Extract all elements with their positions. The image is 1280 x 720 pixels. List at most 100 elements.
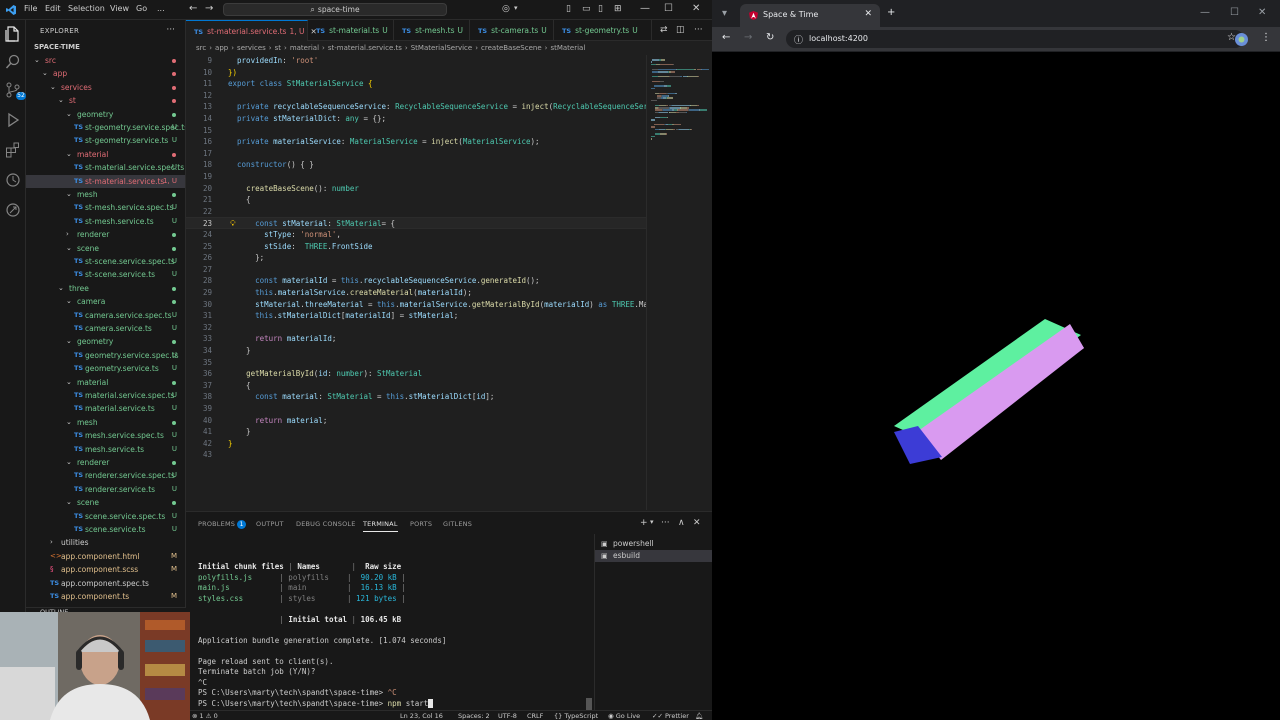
code-line[interactable]: 26 }; <box>186 252 646 264</box>
chevron-down-icon[interactable]: ⌄ <box>66 188 72 201</box>
file-item[interactable]: TS st-geometry.service.ts U <box>26 134 185 147</box>
toggle-secondary-sidebar-icon[interactable]: ▯ <box>598 4 603 14</box>
search-icon[interactable] <box>5 54 21 70</box>
code-line[interactable]: 31 this.stMaterialDict[materialId] = stM… <box>186 310 646 322</box>
code-line[interactable]: 22 <box>186 206 646 218</box>
file-item[interactable]: § app.component.scss M <box>26 563 185 576</box>
menu-more[interactable]: ... <box>157 4 165 13</box>
chevron-down-icon[interactable]: ⌄ <box>58 282 64 295</box>
tab-debug-console[interactable]: DEBUG CONSOLE <box>296 520 356 528</box>
file-item[interactable]: TS st-material.service.ts 1, U <box>26 174 185 188</box>
chevron-down-icon[interactable]: ⌄ <box>66 456 72 469</box>
go-live-button[interactable]: ◉ Go Live <box>608 712 640 720</box>
folder-item[interactable]: ⌄ app <box>26 67 185 80</box>
breadcrumb-item[interactable]: material <box>290 44 319 52</box>
minimize-icon[interactable]: — <box>640 3 650 14</box>
tab-problems[interactable]: PROBLEMS 1 <box>198 520 247 529</box>
breadcrumb-item[interactable]: services <box>237 44 266 52</box>
folder-item[interactable]: ⌄ mesh <box>26 188 185 201</box>
code-line[interactable]: 43 <box>186 449 646 461</box>
explorer-icon[interactable] <box>5 26 21 42</box>
code-line[interactable]: 16 private materialService: MaterialServ… <box>186 136 646 148</box>
menu-selection[interactable]: Selection <box>68 4 105 13</box>
notifications-icon[interactable]: 🔔︎ <box>695 712 703 720</box>
code-line[interactable]: 42} <box>186 438 646 450</box>
back-icon[interactable]: ← <box>722 32 730 43</box>
tab-search-icon[interactable]: ▾ <box>722 8 727 19</box>
folder-item[interactable]: ⌄ material <box>26 376 185 389</box>
more-actions-icon[interactable]: ··· <box>166 25 175 35</box>
folder-item[interactable]: ⌄ camera <box>26 295 185 308</box>
maximize-icon[interactable]: ☐ <box>664 3 673 14</box>
folder-item[interactable]: › renderer <box>26 228 185 241</box>
file-item[interactable]: TS app.component.ts M <box>26 590 185 603</box>
command-center-search[interactable]: ⌕ space-time <box>223 3 447 16</box>
back-arrow-icon[interactable]: ← <box>189 3 197 14</box>
tab-terminal[interactable]: TERMINAL <box>363 520 398 532</box>
menu-go[interactable]: Go <box>136 4 147 13</box>
maximize-icon[interactable]: ☐ <box>1230 7 1239 18</box>
code-line[interactable]: 10}) <box>186 67 646 79</box>
tab-st-geometry[interactable]: TS st-geometry.ts U <box>554 20 652 41</box>
chevron-down-icon[interactable]: ⌄ <box>50 81 56 94</box>
code-line[interactable]: 14 private stMaterialDict: any = {}; <box>186 113 646 125</box>
terminal-esbuild[interactable]: ▣ esbuild <box>595 550 712 562</box>
source-control-icon[interactable]: 52 <box>5 82 26 100</box>
code-line[interactable]: 11 export class StMaterialService { <box>186 78 646 90</box>
language-mode[interactable]: {} TypeScript <box>554 712 598 720</box>
chevron-down-icon[interactable]: ⌄ <box>66 416 72 429</box>
file-item[interactable]: TS renderer.service.ts U <box>26 483 185 496</box>
code-line[interactable]: 33 return materialId; <box>186 333 646 345</box>
tab-gitlens[interactable]: GITLENS <box>443 520 472 528</box>
tab-st-mesh[interactable]: TS st-mesh.ts U <box>394 20 470 41</box>
toggle-panel-icon[interactable]: ▭ <box>582 4 591 14</box>
chevron-down-icon[interactable]: ⌄ <box>66 496 72 509</box>
code-line[interactable]: 28 const materialId = this.recyclableSeq… <box>186 275 646 287</box>
folder-item[interactable]: ⌄ services <box>26 81 185 94</box>
end-of-line[interactable]: CRLF <box>527 712 543 720</box>
code-line[interactable]: 38 const material: StMaterial = this.stM… <box>186 391 646 403</box>
breadcrumb-item[interactable]: createBaseScene <box>481 44 542 52</box>
remote-explorer-icon[interactable] <box>5 202 21 218</box>
tab-st-material-service[interactable]: TS st-material.service.ts 1, U ✕ <box>186 20 317 41</box>
chevron-down-icon[interactable]: ⌄ <box>66 335 72 348</box>
browser-tab-space-time[interactable]: Space & Time ✕ <box>740 4 880 27</box>
code-line[interactable]: 23 💡︎ const stMaterial: StMaterial= { <box>186 217 646 229</box>
code-line[interactable]: 37 { <box>186 380 646 392</box>
folder-item[interactable]: ⌄ renderer <box>26 456 185 469</box>
tab-st-camera[interactable]: TS st-camera.ts U <box>470 20 554 41</box>
code-line[interactable]: 20 createBaseScene(): number <box>186 183 646 195</box>
folder-item[interactable]: ⌄ material <box>26 148 185 161</box>
file-item[interactable]: TS mesh.service.ts U <box>26 443 185 456</box>
folder-item[interactable]: ⌄ geometry <box>26 335 185 348</box>
encoding[interactable]: UTF-8 <box>498 712 517 720</box>
folder-item[interactable]: ⌄ three <box>26 282 185 295</box>
breadcrumb-item[interactable]: src <box>196 44 206 52</box>
forward-arrow-icon[interactable]: → <box>205 3 213 14</box>
chevron-down-icon[interactable]: ⌄ <box>34 54 40 67</box>
file-item[interactable]: TS st-scene.service.spec.ts U <box>26 255 185 268</box>
breadcrumb-item[interactable]: StMaterialService <box>411 44 473 52</box>
close-panel-icon[interactable]: ✕ <box>693 518 701 528</box>
customize-layout-icon[interactable]: ⊞ <box>614 4 622 14</box>
file-item[interactable]: TS st-scene.service.ts U <box>26 268 185 281</box>
tab-st-material[interactable]: TS st-material.ts U <box>308 20 394 41</box>
timeline-icon[interactable] <box>5 172 21 188</box>
close-window-icon[interactable]: ✕ <box>692 3 700 14</box>
chevron-down-icon[interactable]: ⌄ <box>58 94 64 107</box>
chevron-down-icon[interactable]: ⌄ <box>66 376 72 389</box>
file-item[interactable]: TS geometry.service.spec.ts U <box>26 349 185 362</box>
close-tab-icon[interactable]: ✕ <box>864 9 872 19</box>
file-item[interactable]: TS mesh.service.spec.ts U <box>26 429 185 442</box>
code-line[interactable]: 18 constructor() { } <box>186 159 646 171</box>
breadcrumb-item[interactable]: app <box>215 44 228 52</box>
code-line[interactable]: 39 <box>186 403 646 415</box>
tab-ports[interactable]: PORTS <box>410 520 432 528</box>
tab-output[interactable]: OUTPUT <box>256 520 284 528</box>
file-item[interactable]: TS geometry.service.ts U <box>26 362 185 375</box>
cursor-position[interactable]: Ln 23, Col 16 <box>400 712 443 720</box>
file-item[interactable]: TS app.component.spec.ts <box>26 577 185 590</box>
address-bar[interactable]: ⓘ localhost:4200 ☆ <box>786 30 1244 48</box>
code-editor[interactable]: 9 providedIn: 'root' 10}) 11 export class S… <box>186 55 646 510</box>
extensions-icon[interactable] <box>5 142 21 158</box>
